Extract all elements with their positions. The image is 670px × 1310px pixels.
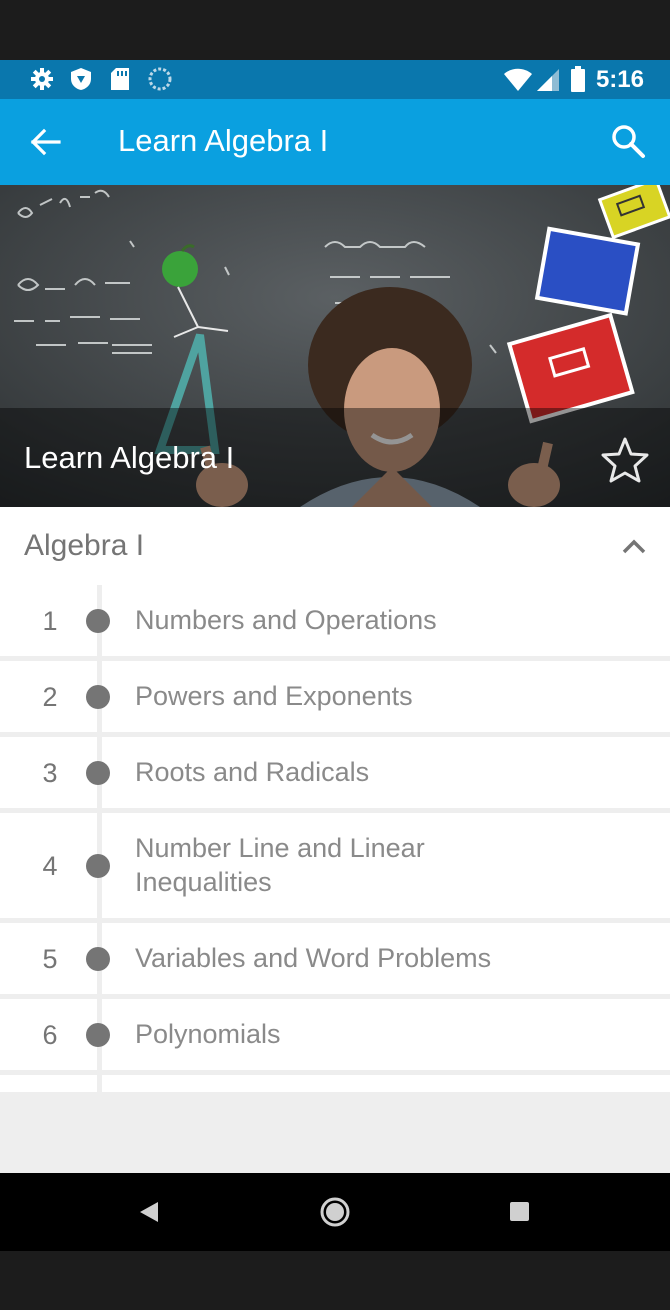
sync-icon (148, 67, 172, 91)
timeline-line (97, 1075, 102, 1092)
hero-banner: Learn Algebra I (0, 185, 670, 507)
wifi-icon (504, 68, 532, 91)
status-time: 5:16 (595, 66, 644, 93)
topic-number: 4 (42, 851, 58, 881)
hero-title: Learn Algebra I (24, 440, 235, 475)
bullet-dot (86, 685, 110, 709)
list-item[interactable]: 3 Roots and Radicals (0, 737, 670, 813)
list-item[interactable]: 4 Number Line and Linear Inequalities (0, 813, 670, 923)
nav-recents-icon[interactable] (509, 1201, 530, 1222)
star-outline-icon[interactable] (600, 435, 650, 485)
topic-number: 5 (42, 944, 58, 974)
topic-number: 2 (42, 682, 58, 712)
topic-title: Variables and Word Problems (135, 943, 492, 973)
topic-title: Roots and Radicals (135, 757, 370, 787)
list-item[interactable] (0, 1075, 670, 1092)
topic-title: Numbers and Operations (135, 605, 437, 635)
content-area: Algebra I 1 Numbers and Operations 2 Pow… (0, 507, 670, 1173)
list-item[interactable]: 5 Variables and Word Problems (0, 923, 670, 999)
bullet-dot (86, 761, 110, 785)
cell-signal-icon (537, 69, 559, 91)
sd-card-icon (111, 68, 129, 90)
list-item[interactable]: 2 Powers and Exponents (0, 661, 670, 737)
list-item[interactable]: 1 Numbers and Operations (0, 585, 670, 661)
chevron-up-icon[interactable] (618, 531, 650, 563)
topic-number: 3 (42, 758, 58, 788)
bullet-dot (86, 1023, 110, 1047)
bottom-bezel (0, 1251, 670, 1310)
bullet-dot (86, 854, 110, 878)
shield-icon (71, 68, 91, 90)
topic-list: 1 Numbers and Operations 2 Powers and Ex… (0, 585, 670, 1092)
nav-home-icon[interactable] (319, 1196, 351, 1228)
app-bar: Learn Algebra I (0, 99, 670, 185)
arrow-back-icon[interactable] (28, 125, 62, 159)
bullet-dot (86, 609, 110, 633)
status-bar: 5:16 (0, 60, 670, 99)
search-icon[interactable] (610, 123, 646, 159)
section-header[interactable]: Algebra I (0, 507, 670, 585)
app-bar-title: Learn Algebra I (118, 123, 329, 158)
topic-title: Number Line and Linear Inequalities (135, 833, 425, 897)
settings-icon (31, 68, 53, 90)
topic-number: 1 (42, 606, 58, 636)
topic-number: 6 (42, 1020, 58, 1050)
top-bezel (0, 0, 670, 60)
topic-title: Polynomials (135, 1019, 281, 1049)
bullet-dot (86, 947, 110, 971)
list-item[interactable]: 6 Polynomials (0, 999, 670, 1075)
battery-icon (571, 66, 585, 92)
section-title: Algebra I (24, 529, 145, 562)
nav-back-icon[interactable] (138, 1200, 162, 1224)
topic-title: Powers and Exponents (135, 681, 413, 711)
system-nav-bar (0, 1173, 670, 1251)
